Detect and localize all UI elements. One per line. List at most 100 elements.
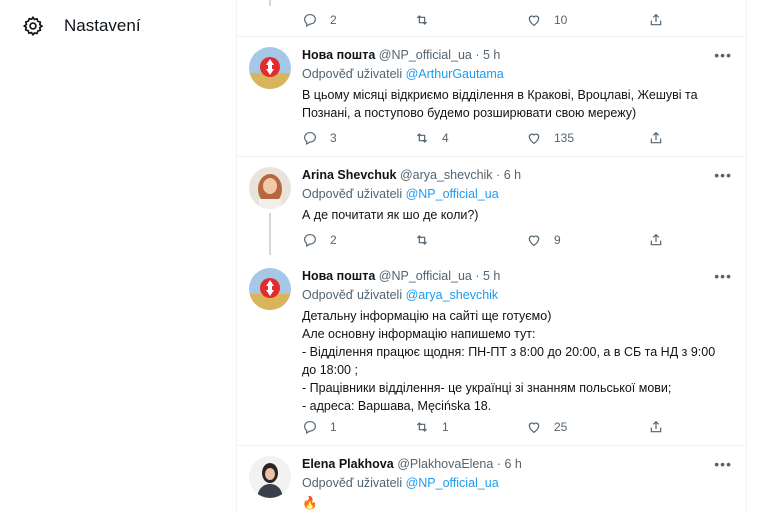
reply-to-link[interactable]: @NP_official_ua [406, 476, 499, 490]
reply-to-link[interactable]: @ArthurGautama [406, 67, 504, 81]
reply-button[interactable]: 2 [302, 12, 337, 28]
reply-context: Odpověď uživateli @NP_official_ua [302, 187, 499, 201]
like-button[interactable]: 9 [526, 232, 561, 248]
retweet-button[interactable]: 4 [414, 130, 449, 146]
retweet-count: 4 [442, 131, 449, 145]
like-button[interactable]: 10 [526, 12, 567, 28]
share-button[interactable] [648, 419, 664, 435]
tweet-text-line: - Відділення працює щодня: ПН-ПТ з 8:00 … [302, 345, 716, 359]
sidebar: Nastavení [0, 0, 236, 513]
retweet-button[interactable]: 1 [414, 419, 449, 435]
share-icon [650, 131, 662, 144]
reply-prefix: Odpověď uživateli [302, 288, 403, 302]
tweet-text: Детальну інформацію на сайті ще готуємо)… [302, 307, 722, 415]
tweet-actions: 3 4 135 [302, 130, 682, 148]
tweet[interactable]: Нова пошта @NP_official_ua · 5 h ••• Odp… [237, 258, 746, 444]
separator-dot: · [496, 168, 501, 182]
avatar[interactable] [249, 167, 291, 209]
tweet-text-line: - Працівники відділення- це українці зі … [302, 381, 672, 395]
tweet-text: А де почитати як шо де коли?) [302, 206, 722, 224]
reply-prefix: Odpověď uživateli [302, 67, 403, 81]
share-button[interactable] [648, 232, 664, 248]
share-icon [650, 233, 662, 246]
tweet-text-line: Детальну інформацію на сайті ще готуємо) [302, 309, 552, 323]
author-handle[interactable]: @NP_official_ua [379, 48, 472, 62]
tweet-text: В цьому місяці відкриємо відділення в Кр… [302, 86, 722, 122]
tweet[interactable]: Нова пошта @NP_official_ua · 5 h ••• Odp… [237, 37, 746, 156]
avatar[interactable] [249, 456, 291, 498]
retweet-icon [416, 15, 428, 25]
author-name[interactable]: Arina Shevchuk [302, 168, 396, 182]
tweet-time[interactable]: 6 h [504, 168, 521, 182]
more-icon[interactable]: ••• [714, 268, 732, 284]
retweet-count: 1 [442, 420, 449, 434]
gear-icon [22, 15, 44, 37]
separator-dot: · [496, 457, 501, 471]
tweet-header: Elena Plakhova @PlakhovaElena · 6 h [302, 457, 522, 471]
author-name[interactable]: Нова пошта [302, 269, 375, 283]
share-button[interactable] [648, 12, 664, 28]
reply-count: 2 [330, 233, 337, 247]
tweet-text: 🔥 [302, 494, 722, 512]
reply-count: 3 [330, 131, 337, 145]
more-icon[interactable]: ••• [714, 47, 732, 63]
tweet-header: Нова пошта @NP_official_ua · 5 h [302, 48, 500, 62]
reply-prefix: Odpověď uživateli [302, 187, 403, 201]
like-count: 135 [554, 131, 575, 145]
author-handle[interactable]: @PlakhovaElena [397, 457, 493, 471]
tweet-text-line: 🔥 [302, 496, 318, 510]
thread-line [269, 0, 271, 6]
reply-button[interactable]: 1 [302, 419, 337, 435]
reply-icon [304, 234, 316, 248]
tweet[interactable]: Arina Shevchuk @arya_shevchik · 6 h ••• … [237, 157, 746, 255]
reply-to-link[interactable]: @arya_shevchik [406, 288, 499, 302]
tweet-time[interactable]: 6 h [504, 457, 521, 471]
like-count: 10 [554, 13, 568, 27]
like-count: 25 [554, 420, 568, 434]
reply-count: 2 [330, 13, 337, 27]
nav-settings[interactable]: Nastavení [22, 12, 141, 40]
more-icon[interactable]: ••• [714, 167, 732, 183]
tweet-actions: 2 10 [302, 12, 682, 30]
author-handle[interactable]: @arya_shevchik [400, 168, 493, 182]
heart-icon [528, 235, 540, 247]
reply-icon [304, 421, 316, 435]
reply-prefix: Odpověď uživateli [302, 476, 403, 490]
tweet-header: Нова пошта @NP_official_ua · 5 h [302, 269, 500, 283]
retweet-button[interactable] [414, 232, 442, 248]
reply-icon [304, 14, 316, 28]
reply-to-link[interactable]: @NP_official_ua [406, 187, 499, 201]
reply-context: Odpověď uživateli @NP_official_ua [302, 476, 499, 490]
tweet-header: Arina Shevchuk @arya_shevchik · 6 h [302, 168, 521, 182]
retweet-icon [416, 235, 428, 245]
avatar[interactable] [249, 268, 291, 310]
avatar[interactable] [249, 47, 291, 89]
heart-icon [528, 133, 540, 145]
retweet-icon [416, 133, 428, 143]
tweet-actions: 1 1 25 [302, 419, 682, 437]
like-button[interactable]: 135 [526, 130, 574, 146]
more-icon[interactable]: ••• [714, 456, 732, 472]
tweet-time[interactable]: 5 h [483, 269, 500, 283]
tweet[interactable]: Elena Plakhova @PlakhovaElena · 6 h ••• … [237, 446, 746, 513]
retweet-icon [416, 422, 428, 432]
tweet-text-line: Познані, а поступово будемо розширювати … [302, 106, 637, 120]
reply-button[interactable]: 3 [302, 130, 337, 146]
tweet-text-line: до 18:00 ; [302, 363, 358, 377]
share-icon [650, 420, 662, 433]
reply-button[interactable]: 2 [302, 232, 337, 248]
tweet-time[interactable]: 5 h [483, 48, 500, 62]
tweet-text-line: В цьому місяці відкриємо відділення в Кр… [302, 88, 698, 102]
author-handle[interactable]: @NP_official_ua [379, 269, 472, 283]
author-name[interactable]: Elena Plakhova [302, 457, 394, 471]
retweet-button[interactable] [414, 12, 442, 28]
share-button[interactable] [648, 130, 664, 146]
tweet-text-line: А де почитати як шо де коли?) [302, 208, 479, 222]
like-button[interactable]: 25 [526, 419, 567, 435]
tweet-text-line: Але основну інформацію напишемо тут: [302, 327, 536, 341]
nav-settings-label: Nastavení [64, 16, 141, 35]
author-name[interactable]: Нова пошта [302, 48, 375, 62]
reply-count: 1 [330, 420, 337, 434]
share-icon [650, 13, 662, 26]
tweet-text-line: - адреса: Варшава, Męcińska 18. [302, 399, 492, 413]
